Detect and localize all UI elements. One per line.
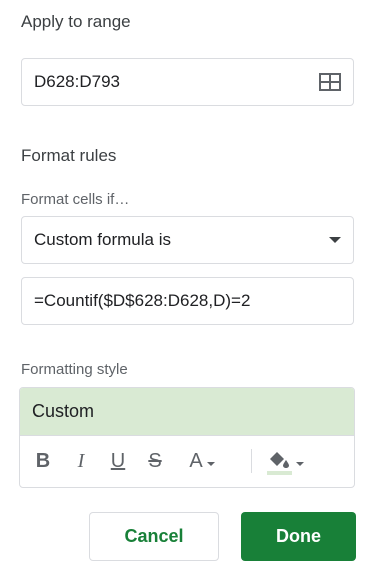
chevron-down-icon <box>206 462 215 466</box>
formatting-style-label: Formatting style <box>21 361 128 378</box>
condition-selected-value: Custom formula is <box>34 230 171 249</box>
condition-dropdown[interactable]: Custom formula is <box>21 216 354 264</box>
text-color-button[interactable]: A <box>182 446 222 476</box>
chevron-down-icon <box>296 462 304 466</box>
style-preview-text: Custom <box>32 401 95 421</box>
italic-button[interactable]: I <box>70 446 92 476</box>
format-cells-if-label: Format cells if… <box>21 191 130 208</box>
fill-color-icon <box>266 447 295 475</box>
text-color-icon: A <box>189 449 203 472</box>
strikethrough-button[interactable]: S <box>144 446 166 476</box>
chevron-down-icon <box>329 237 341 243</box>
underline-button[interactable]: U <box>107 446 129 476</box>
custom-formula-input[interactable]: =Countif($D$628:D628,D)=2 <box>21 277 354 325</box>
fill-color-button[interactable] <box>263 446 307 476</box>
range-input[interactable]: D628:D793 <box>21 58 354 106</box>
cancel-button[interactable]: Cancel <box>89 512 219 561</box>
formatting-style-box: Custom B I U S A <box>19 387 355 488</box>
format-rules-heading: Format rules <box>21 146 117 165</box>
style-toolbar: B I U S A <box>20 436 354 487</box>
bold-button[interactable]: B <box>32 446 54 476</box>
style-preview-dropdown[interactable]: Custom <box>20 388 354 436</box>
apply-to-range-heading: Apply to range <box>21 12 131 31</box>
done-button[interactable]: Done <box>241 512 356 561</box>
toolbar-divider <box>251 449 252 473</box>
select-range-icon[interactable] <box>319 73 341 91</box>
custom-formula-value: =Countif($D$628:D628,D)=2 <box>34 291 251 310</box>
range-input-value: D628:D793 <box>34 72 121 91</box>
